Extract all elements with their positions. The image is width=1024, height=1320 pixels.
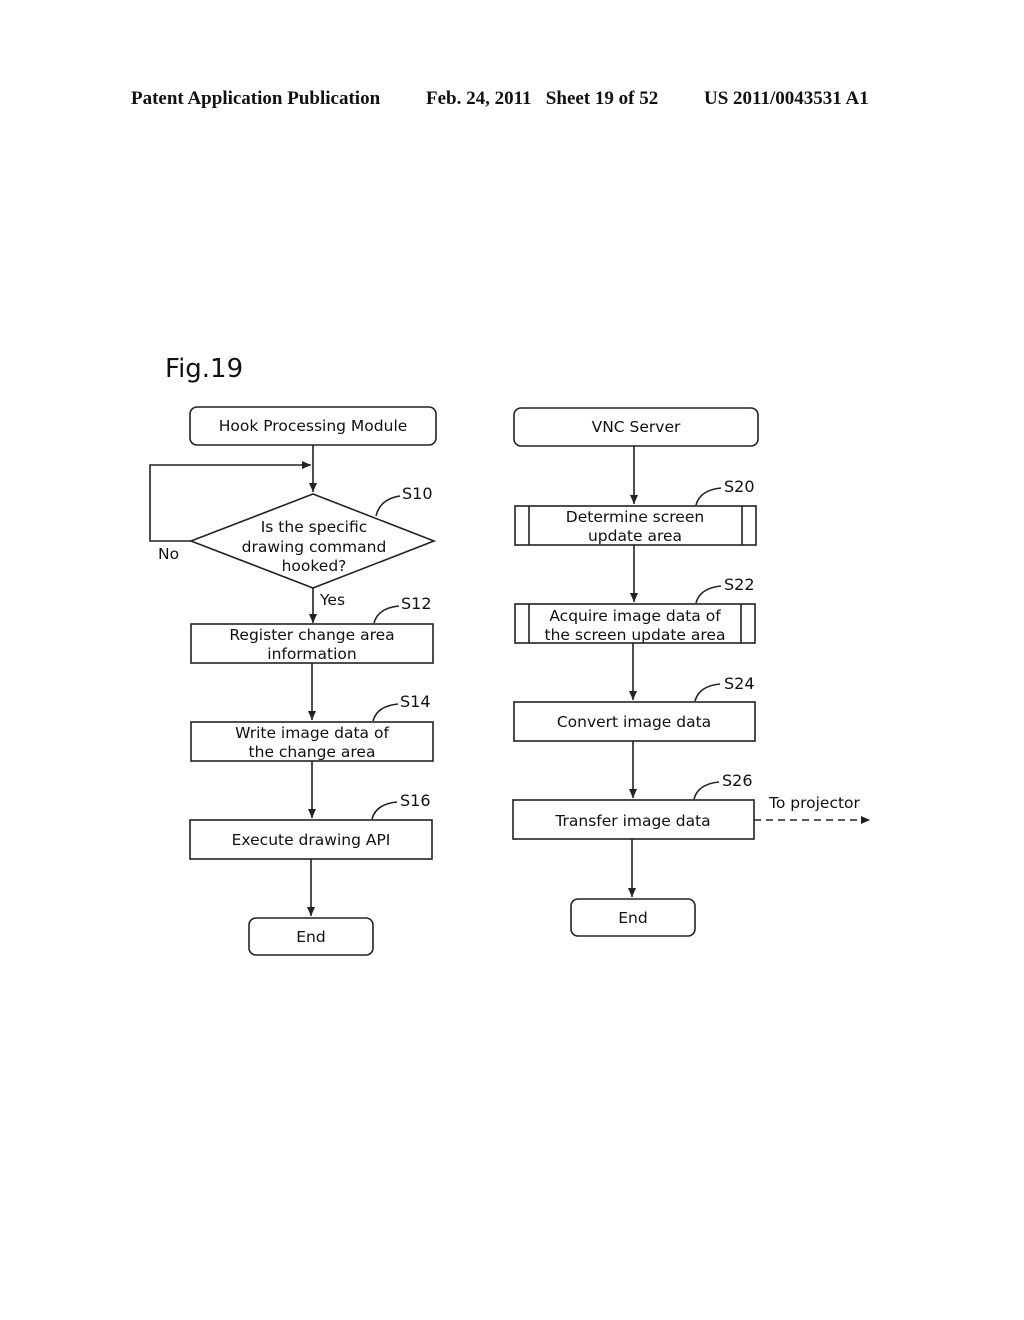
- s22-line-2: the screen update area: [545, 626, 726, 644]
- s26-leader: [693, 781, 720, 800]
- s12-line-1: Register change area: [229, 626, 394, 644]
- step-label-s10: S10: [402, 484, 433, 503]
- s20-line-2: update area: [588, 527, 682, 545]
- s16-line-1: Execute drawing API: [232, 831, 391, 849]
- left-flow: Hook Processing Module No Is the specifi…: [149, 406, 437, 956]
- s24-line-1: Convert image data: [557, 713, 711, 731]
- s16-leader: [371, 801, 398, 820]
- step-label-s14: S14: [400, 692, 431, 711]
- right-flow: VNC Server Determine screen update area …: [512, 407, 870, 937]
- s12-leader: [373, 605, 400, 624]
- step-label-s22: S22: [724, 575, 755, 594]
- s14-line-2: the change area: [249, 743, 376, 761]
- step-label-s16: S16: [400, 791, 431, 810]
- decision-line-2: drawing command: [242, 538, 387, 556]
- s12-line-2: information: [267, 645, 356, 663]
- s10-leader: [375, 495, 401, 517]
- s14-line-1: Write image data of: [235, 724, 389, 742]
- end-label-left: End: [296, 928, 325, 946]
- s26-line-1: Transfer image data: [554, 812, 710, 830]
- start-label-hook: Hook Processing Module: [219, 417, 408, 435]
- flowchart: Fig.19 Hook Processing Module No Is the …: [149, 354, 870, 956]
- yes-label: Yes: [319, 591, 345, 609]
- step-label-s24: S24: [724, 674, 755, 693]
- s14-leader: [372, 703, 399, 722]
- s22-leader: [695, 585, 722, 604]
- s22-line-1: Acquire image data of: [549, 607, 721, 625]
- no-label: No: [158, 545, 179, 563]
- figure-title: Fig.19: [165, 354, 243, 384]
- s20-leader: [695, 487, 722, 506]
- step-label-s26: S26: [722, 771, 753, 790]
- s24-leader: [694, 683, 721, 702]
- to-projector-label: To projector: [768, 794, 861, 812]
- decision-line-3: hooked?: [282, 557, 347, 575]
- decision-line-1: Is the specific: [261, 518, 368, 536]
- start-label-vnc: VNC Server: [592, 418, 681, 436]
- step-label-s12: S12: [401, 594, 432, 613]
- s20-line-1: Determine screen: [566, 508, 704, 526]
- step-label-s20: S20: [724, 477, 755, 496]
- end-label-right: End: [618, 909, 647, 927]
